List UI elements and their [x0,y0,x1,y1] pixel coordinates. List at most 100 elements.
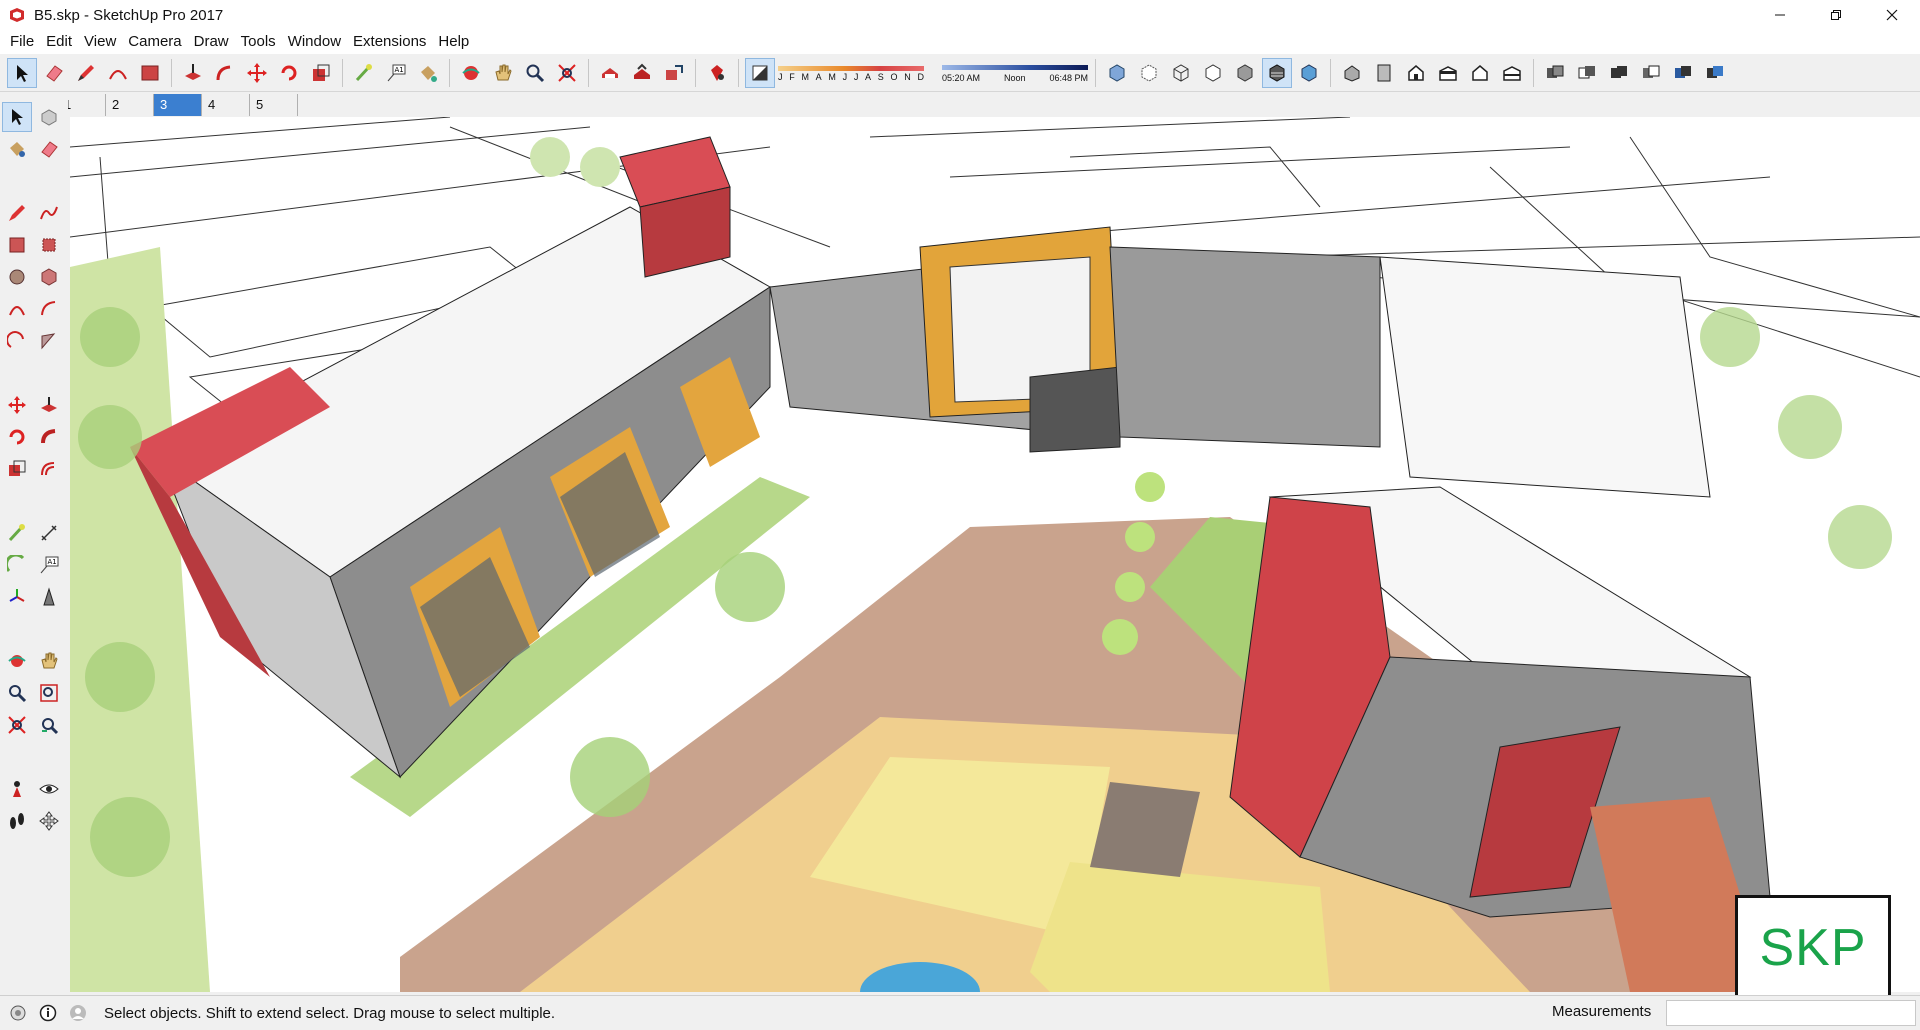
credits-button[interactable] [36,1001,60,1025]
three-point-arc-tool[interactable] [2,326,32,356]
menu-help[interactable]: Help [432,30,475,54]
tab-scene-5[interactable]: 5 [250,94,298,116]
menu-tools[interactable]: Tools [235,30,282,54]
menu-view[interactable]: View [78,30,122,54]
front-view-button[interactable] [1401,58,1431,88]
orbit-tool-button[interactable] [456,58,486,88]
select-tool[interactable] [2,102,32,132]
circle-tool[interactable] [2,262,32,292]
push-pull-tool-button[interactable] [178,58,208,88]
subtract-button[interactable] [1636,58,1666,88]
restore-button[interactable] [1808,0,1864,30]
extension-warehouse-button[interactable] [702,58,732,88]
polygon-tool[interactable] [34,262,64,292]
follow-me-tool[interactable] [34,422,64,452]
menu-draw[interactable]: Draw [188,30,235,54]
orbit-tool[interactable] [2,646,32,676]
minimize-button[interactable] [1752,0,1808,30]
tape-measure-tool[interactable] [2,518,32,548]
measurements-input[interactable] [1666,1000,1916,1026]
position-camera-tool[interactable] [2,774,32,804]
protractor-tool[interactable] [2,550,32,580]
section-plane-tool[interactable] [34,806,64,836]
zoom-tool-button[interactable] [520,58,550,88]
two-point-arc-tool[interactable] [34,294,64,324]
top-view-button[interactable] [1369,58,1399,88]
zoom-window-tool[interactable] [34,678,64,708]
arc-tool[interactable] [2,294,32,324]
menu-window[interactable]: Window [282,30,347,54]
pie-tool[interactable] [34,326,64,356]
outer-shell-button[interactable] [1540,58,1570,88]
union-button[interactable] [1604,58,1634,88]
close-button[interactable] [1864,0,1920,30]
xray-style-button[interactable] [1102,58,1132,88]
move-tool[interactable] [2,390,32,420]
hidden-line-style-button[interactable] [1198,58,1228,88]
shadows-toggle-button[interactable] [745,57,775,88]
back-view-button[interactable] [1465,58,1495,88]
user-account-button[interactable] [66,1001,90,1025]
shaded-style-button[interactable] [1230,58,1260,88]
share-component-button[interactable] [659,58,689,88]
left-view-button[interactable] [1497,58,1527,88]
eraser-tool[interactable] [34,134,64,164]
rectangle-tool[interactable] [2,230,32,260]
line-tool-button[interactable] [71,58,101,88]
pan-tool-button[interactable] [488,58,518,88]
share-model-button[interactable] [627,58,657,88]
rotate-tool-button[interactable] [274,58,304,88]
right-view-button[interactable] [1433,58,1463,88]
offset-tool[interactable] [34,454,64,484]
make-component-tool[interactable] [34,102,64,132]
line-tool[interactable] [2,198,32,228]
tab-scene-3[interactable]: 3 [154,94,202,116]
freehand-tool[interactable] [34,198,64,228]
zoom-tool[interactable] [2,678,32,708]
tab-scene-4[interactable]: 4 [202,94,250,116]
3d-text-tool[interactable] [34,582,64,612]
text-tool-button[interactable]: A1 [381,58,411,88]
wireframe-style-button[interactable] [1166,58,1196,88]
tab-scene-2[interactable]: 2 [106,94,154,116]
follow-me-tool-button[interactable] [210,58,240,88]
shapes-tool-button[interactable] [135,58,165,88]
trim-button[interactable] [1668,58,1698,88]
paint-bucket-tool[interactable] [2,134,32,164]
zoom-extents-tool-button[interactable] [552,58,582,88]
shadow-month-slider[interactable]: J F M A M J J A S O N D [776,60,926,86]
walk-tool[interactable] [2,806,32,836]
axes-tool[interactable] [2,582,32,612]
monochrome-style-button[interactable] [1294,58,1324,88]
previous-view-tool[interactable] [34,710,64,740]
iso-view-button[interactable] [1337,58,1367,88]
eraser-tool-button[interactable] [39,58,69,88]
arc-tool-button[interactable] [103,58,133,88]
intersect-button[interactable] [1572,58,1602,88]
3d-warehouse-button[interactable] [595,58,625,88]
shadow-time-slider[interactable]: 05:20 AM Noon 06:48 PM [940,60,1090,86]
pan-tool[interactable] [34,646,64,676]
move-tool-button[interactable] [242,58,272,88]
menu-edit[interactable]: Edit [40,30,78,54]
select-tool-button[interactable] [7,57,37,88]
tape-measure-tool-button[interactable] [349,58,379,88]
geo-location-button[interactable] [6,1001,30,1025]
menu-camera[interactable]: Camera [122,30,187,54]
menu-file[interactable]: File [4,30,40,54]
paint-bucket-tool-button[interactable] [413,58,443,88]
split-button[interactable] [1700,58,1730,88]
zoom-extents-tool[interactable] [2,710,32,740]
look-around-tool[interactable] [34,774,64,804]
push-pull-tool[interactable] [34,390,64,420]
menu-extensions[interactable]: Extensions [347,30,432,54]
shaded-textures-style-button[interactable] [1262,57,1292,88]
dimension-tool[interactable] [34,518,64,548]
text-tool[interactable]: A1 [34,550,64,580]
rotated-rectangle-tool[interactable] [34,230,64,260]
model-viewport[interactable] [70,117,1920,992]
scale-tool-button[interactable] [306,58,336,88]
rotate-tool[interactable] [2,422,32,452]
back-edges-style-button[interactable] [1134,58,1164,88]
scale-tool[interactable] [2,454,32,484]
